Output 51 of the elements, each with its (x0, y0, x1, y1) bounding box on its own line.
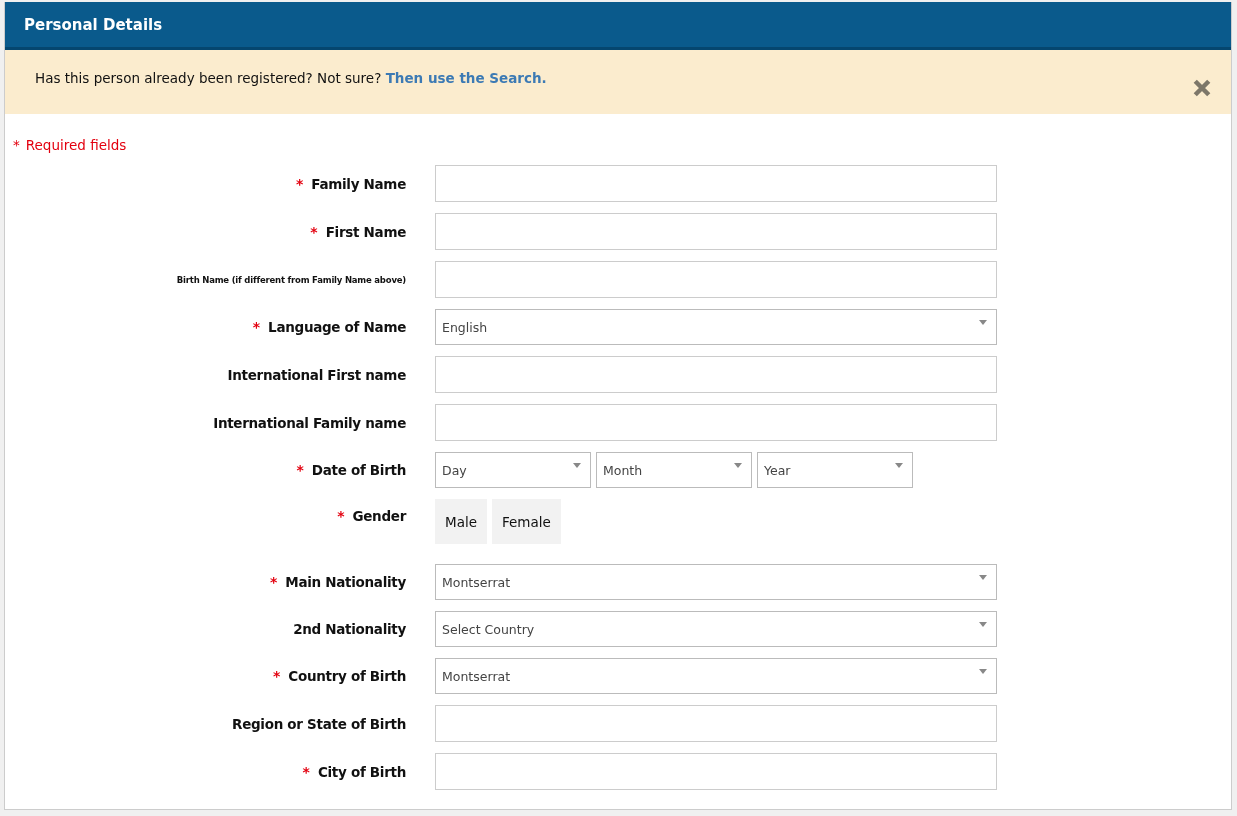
required-mark: * (295, 175, 304, 192)
input-field[interactable] (435, 404, 997, 441)
required-mark: * (270, 574, 278, 590)
search-link[interactable]: Then use the Search. (385, 70, 547, 86)
caret-icon (979, 622, 987, 627)
input-field[interactable] (435, 705, 997, 742)
gender-option[interactable]: Male (435, 499, 487, 544)
field-label: Gender (352, 508, 406, 524)
field-label: Country of Birth (288, 668, 406, 684)
field-label: First Name (325, 223, 406, 240)
field-label: Family Name (311, 175, 406, 192)
required-mark: * (272, 668, 281, 684)
caret-icon (979, 320, 987, 325)
select-field[interactable]: Year (757, 452, 913, 488)
select-field[interactable]: Montserrat (435, 658, 997, 694)
field-label: 2nd Nationality (293, 621, 406, 637)
caret-icon (573, 463, 581, 468)
field-label: International First name (227, 366, 406, 383)
gender-option[interactable]: Female (492, 499, 561, 544)
input-field[interactable] (435, 356, 997, 393)
panel-title: Personal Details (24, 15, 163, 34)
required-mark: * (252, 319, 261, 335)
field-label: Date of Birth (311, 462, 406, 478)
field-label: International Family name (213, 414, 406, 431)
required-mark: * (13, 137, 20, 153)
required-mark: * (296, 462, 304, 478)
caret-icon (734, 463, 742, 468)
caret-icon (895, 463, 903, 468)
select-field[interactable]: Select Country (435, 611, 997, 647)
input-field[interactable] (435, 213, 997, 250)
input-field[interactable] (435, 165, 997, 202)
field-label: Language of Name (268, 319, 406, 335)
field-label: City of Birth (317, 763, 406, 780)
input-field[interactable] (435, 261, 997, 298)
required-mark: * (310, 223, 318, 240)
close-button[interactable] (1193, 79, 1211, 97)
field-label: Main Nationality (285, 574, 406, 590)
field-label: Region or State of Birth (232, 715, 406, 732)
required-note: Required fields (25, 137, 127, 153)
caret-icon (979, 575, 987, 580)
field-label: Birth Name (if different from Family Name above) (176, 274, 406, 285)
select-field[interactable]: Montserrat (435, 564, 997, 600)
select-field[interactable]: Day (435, 452, 591, 488)
select-field[interactable]: English (435, 309, 997, 345)
close-icon (1193, 79, 1211, 97)
caret-icon (979, 669, 987, 674)
select-field[interactable]: Month (596, 452, 752, 488)
input-field[interactable] (435, 753, 997, 790)
required-mark: * (302, 763, 310, 780)
notice-text: Has this person already been registered? Not sure? Then use the Search. (35, 70, 547, 86)
required-mark: * (337, 508, 345, 524)
